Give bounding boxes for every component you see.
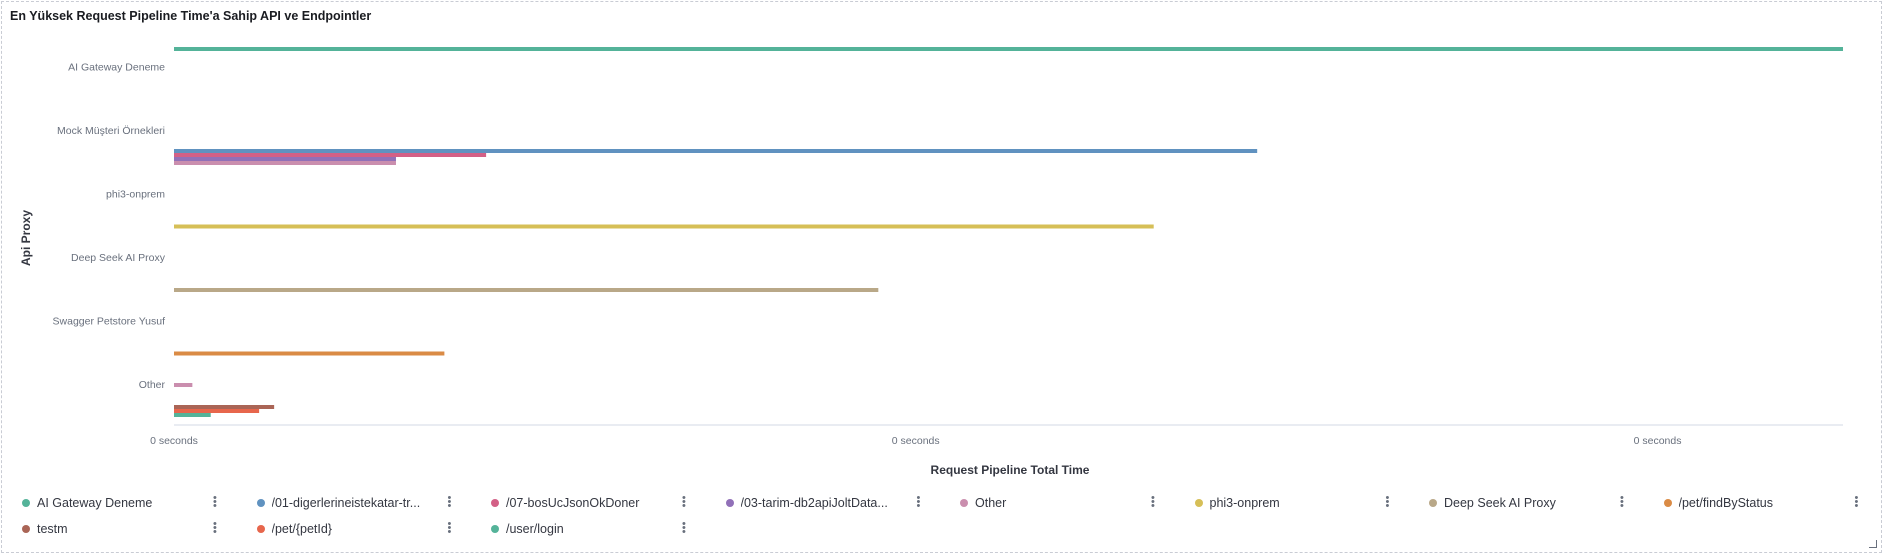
resize-handle-icon[interactable]: [1869, 540, 1877, 548]
bar[interactable]: [174, 409, 260, 413]
bar[interactable]: [174, 149, 1258, 153]
legend-label: /pet/findByStatus: [1678, 496, 1774, 510]
bars-group: [174, 47, 1843, 417]
legend-item[interactable]: /pet/{petId}: [256, 519, 442, 539]
bar[interactable]: [174, 351, 445, 356]
legend-color-dot: [22, 499, 30, 507]
legend-item[interactable]: testm: [22, 519, 207, 539]
legend-label: testm: [37, 522, 68, 536]
chart-panel: En Yüksek Request Pipeline Time'a Sahip …: [1, 1, 1882, 553]
vertical-dots-icon[interactable]: • • •: [682, 519, 686, 538]
legend-color-dot: [22, 525, 30, 533]
y-tick-label: Deep Seek AI Proxy: [71, 252, 166, 264]
legend-label: Other: [975, 496, 1007, 510]
y-tick-label: phi3-onprem: [106, 189, 165, 201]
x-axis-title: Request Pipeline Total Time: [931, 463, 1090, 477]
legend-item[interactable]: phi3-onprem: [1194, 493, 1380, 513]
legend-item[interactable]: /03-tarim-db2apiJoltData...: [725, 493, 911, 513]
legend-label: /pet/{petId}: [271, 522, 332, 536]
bar[interactable]: [174, 157, 396, 161]
bar[interactable]: [174, 383, 193, 387]
y-tick-label: Swagger Petstore Yusuf: [53, 316, 166, 328]
legend-label: /03-tarim-db2apiJoltData...: [740, 496, 888, 510]
vertical-dots-icon[interactable]: • • •: [448, 519, 452, 538]
bar[interactable]: [174, 224, 1154, 229]
legend-color-dot: [491, 499, 499, 507]
bar-chart: AI Gateway Deneme Mock Müşteri Örnekleri p…: [19, 47, 1843, 477]
x-tick-label: 0 seconds: [1634, 435, 1682, 447]
vertical-dots-icon[interactable]: • • •: [682, 493, 686, 512]
legend-label: /07-bosUcJsonOkDoner: [506, 496, 640, 510]
y-tick-label: Mock Müşteri Örnekleri: [57, 125, 165, 137]
y-tick-label: AI Gateway Deneme: [68, 62, 165, 74]
legend-label: Deep Seek AI Proxy: [1444, 496, 1556, 510]
legend-item[interactable]: /user/login: [491, 519, 676, 539]
bar[interactable]: [174, 413, 211, 417]
legend-color-dot: [1429, 499, 1437, 507]
y-tick-label: Other: [139, 379, 166, 391]
legend-label: /01-digerlerineistekatar-tr...: [271, 496, 421, 510]
legend-color-dot: [960, 499, 968, 507]
y-axis-ticks: AI Gateway Deneme Mock Müşteri Örnekleri p…: [53, 62, 166, 392]
bar[interactable]: [174, 405, 275, 409]
legend-item[interactable]: AI Gateway Deneme: [22, 493, 207, 513]
vertical-dots-icon[interactable]: • • •: [917, 493, 921, 512]
bar[interactable]: [174, 153, 487, 157]
vertical-dots-icon[interactable]: • • •: [1620, 493, 1624, 512]
legend-color-dot: [491, 525, 499, 533]
legend-item[interactable]: /01-digerlerineistekatar-tr...: [256, 493, 442, 513]
x-tick-label: 0 seconds: [892, 435, 940, 447]
x-tick-label: 0 seconds: [150, 435, 198, 447]
legend-color-dot: [256, 499, 265, 507]
legend-color-dot: [725, 499, 734, 507]
vertical-dots-icon[interactable]: • • •: [1386, 493, 1390, 512]
legend-color-dot: [256, 525, 265, 533]
legend-label: AI Gateway Deneme: [37, 496, 153, 510]
legend-color-dot: [1194, 499, 1203, 507]
legend-item[interactable]: /pet/findByStatus: [1663, 493, 1849, 513]
vertical-dots-icon[interactable]: • • •: [213, 519, 217, 538]
vertical-dots-icon[interactable]: • • •: [1855, 493, 1859, 512]
legend-item[interactable]: /07-bosUcJsonOkDoner: [491, 493, 676, 513]
legend-item[interactable]: Other: [960, 493, 1145, 513]
bar[interactable]: [174, 47, 1843, 51]
vertical-dots-icon[interactable]: • • •: [448, 493, 452, 512]
legend-label: /user/login: [506, 522, 564, 536]
legend-item[interactable]: Deep Seek AI Proxy: [1429, 493, 1614, 513]
legend-label: phi3-onprem: [1209, 496, 1280, 510]
y-axis-title: Api Proxy: [19, 210, 33, 266]
bar[interactable]: [174, 161, 396, 165]
x-axis-ticks: 0 seconds 0 seconds 0 seconds: [150, 435, 1681, 447]
legend-color-dot: [1663, 499, 1672, 507]
vertical-dots-icon[interactable]: • • •: [213, 493, 217, 512]
vertical-dots-icon[interactable]: • • •: [1151, 493, 1155, 512]
bar[interactable]: [174, 288, 879, 292]
